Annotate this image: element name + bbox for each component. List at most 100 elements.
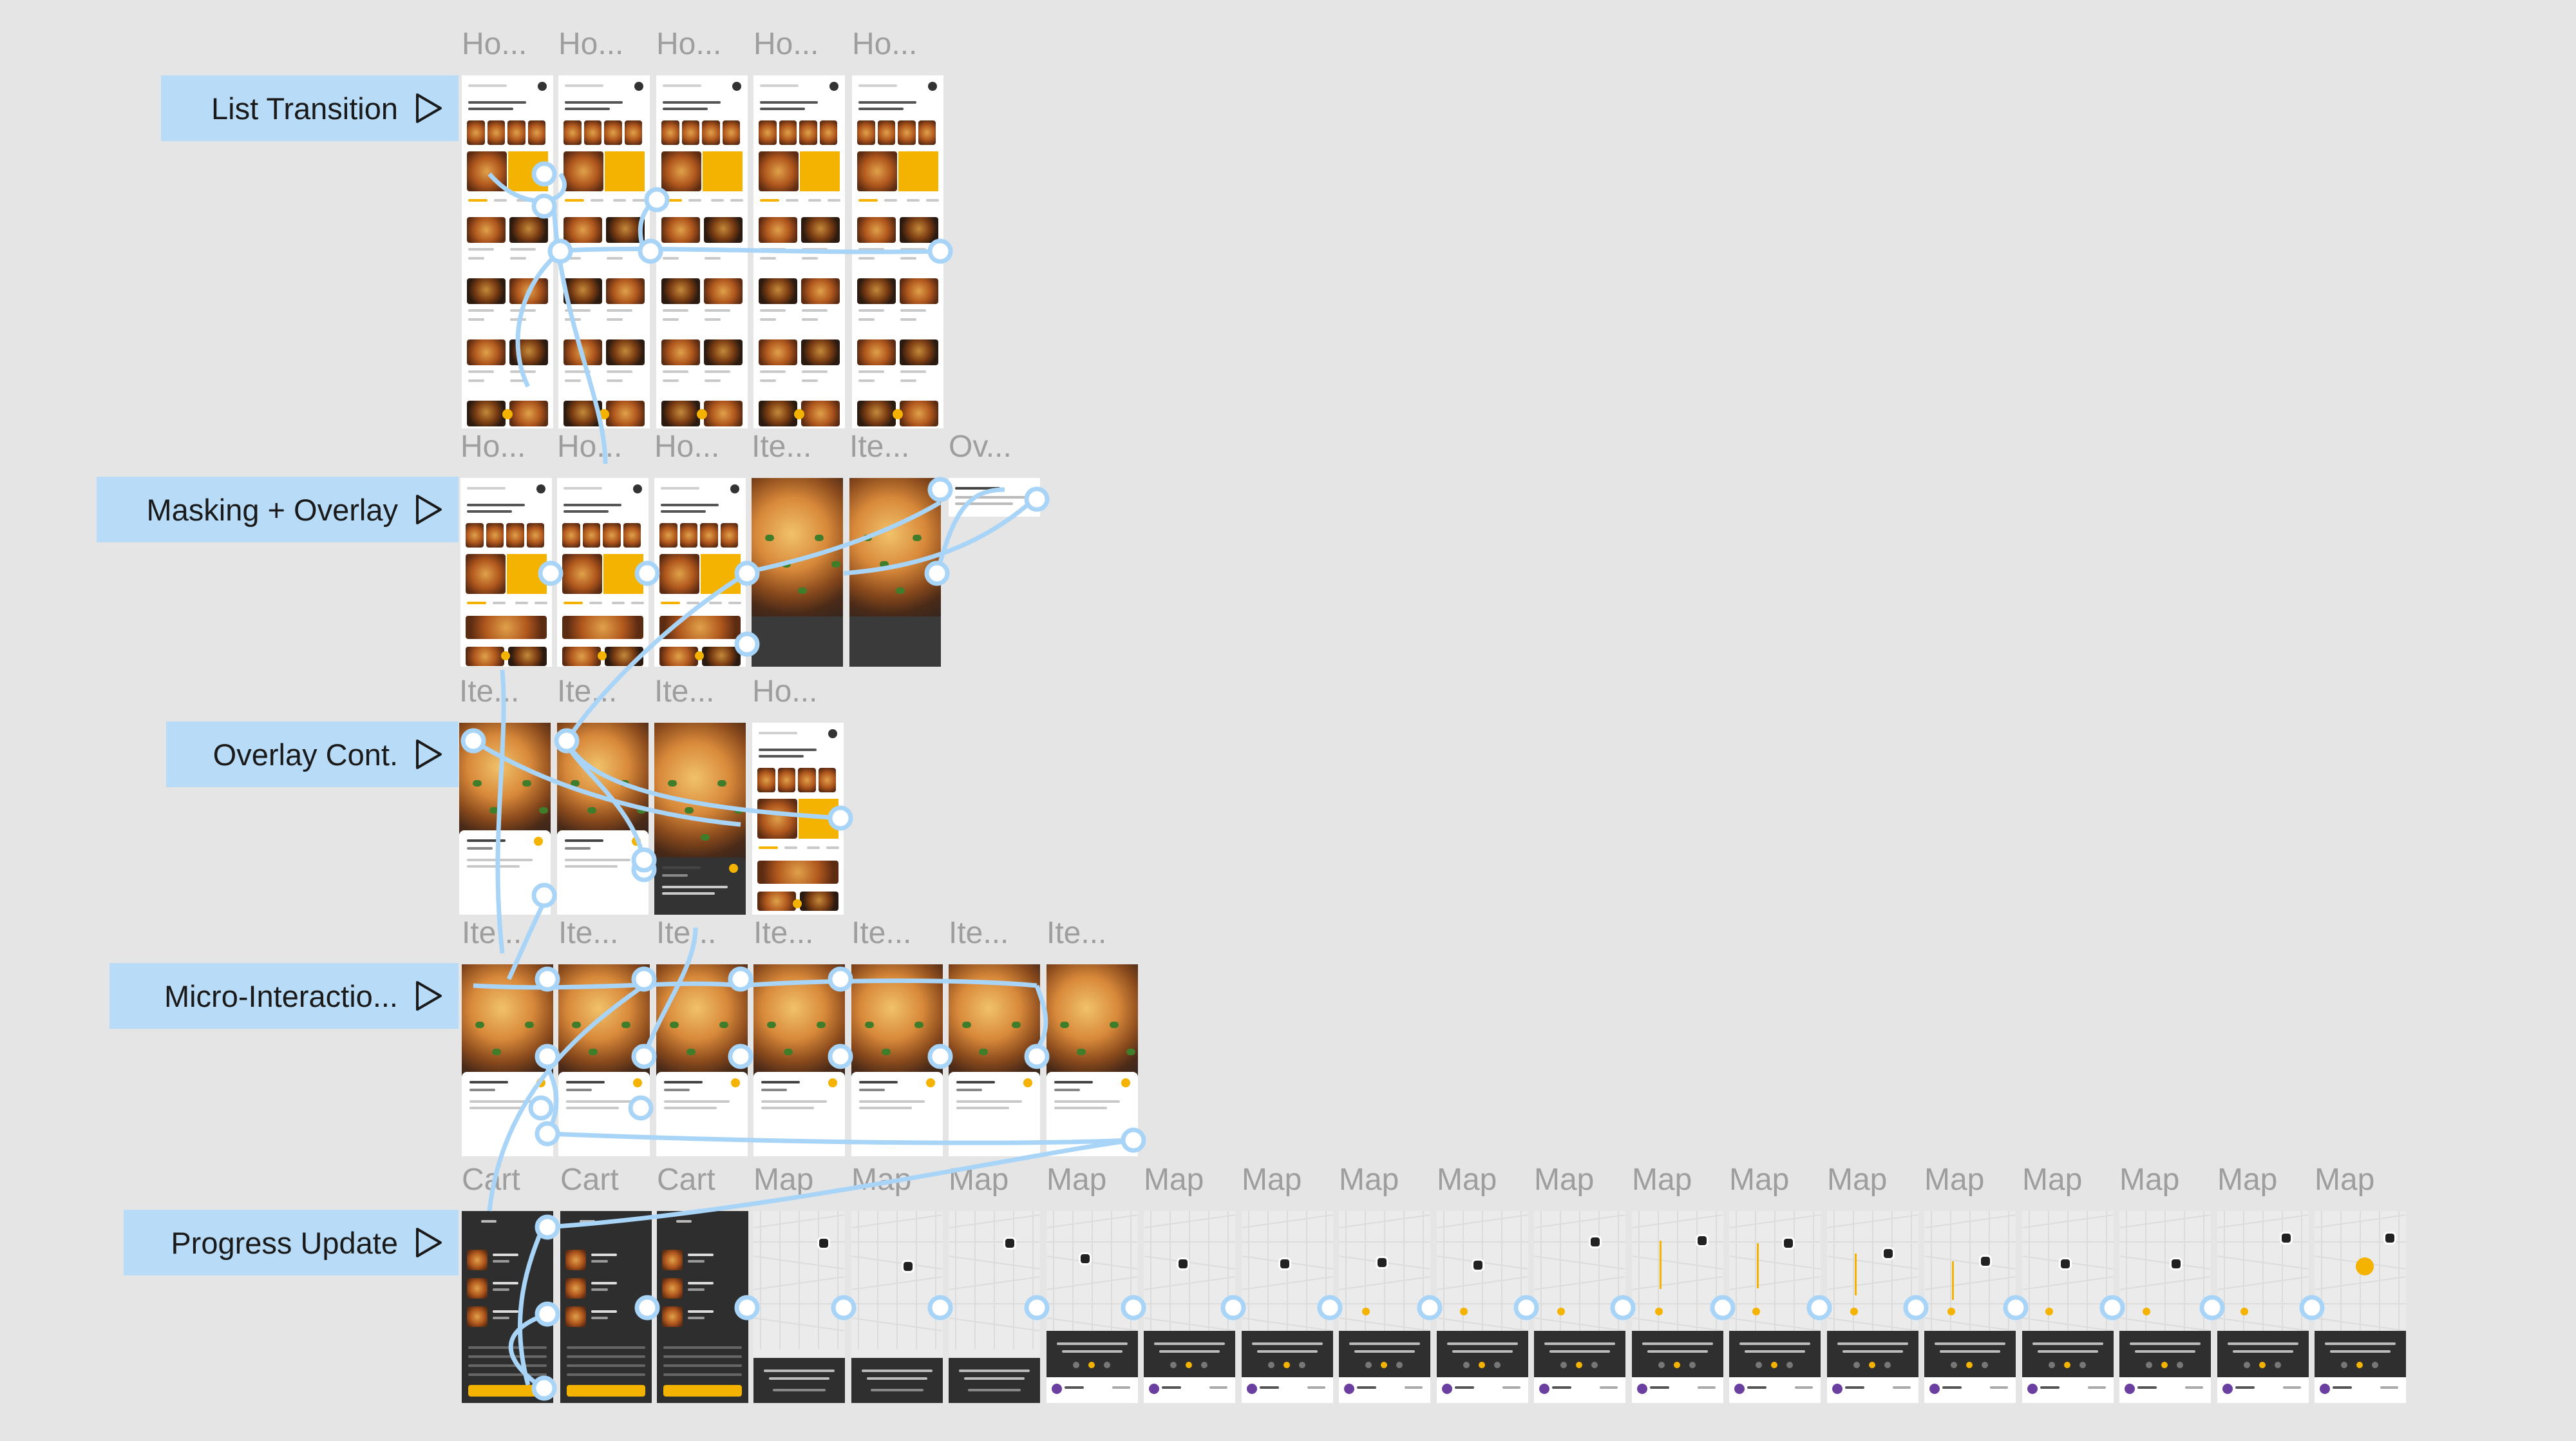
- text-line: [760, 199, 779, 202]
- flow-start-progress-update[interactable]: Progress Update: [124, 1210, 459, 1275]
- map-road: [837, 1211, 838, 1350]
- frame-name: Map: [1534, 1163, 1595, 1197]
- frame-thumbnail[interactable]: [1242, 1211, 1333, 1403]
- frame-thumbnail[interactable]: [2119, 1211, 2211, 1403]
- text-line: [2228, 1342, 2298, 1345]
- text-line: [664, 1100, 730, 1103]
- flow-start-overlay-cont[interactable]: Overlay Cont.: [166, 721, 459, 787]
- frame-thumbnail[interactable]: [462, 964, 553, 1156]
- text-line: [2233, 1350, 2293, 1353]
- text-line: [808, 199, 821, 202]
- frame-thumbnail[interactable]: [2217, 1211, 2309, 1403]
- frame-thumbnail[interactable]: [849, 478, 941, 667]
- progress-step: [1268, 1362, 1274, 1368]
- frame-thumbnail[interactable]: [560, 1211, 652, 1403]
- frame-thumbnail[interactable]: [657, 1211, 748, 1403]
- map-road: [1443, 1211, 1444, 1350]
- delivery-marker: [1850, 1308, 1858, 1315]
- play-triangle-icon[interactable]: [415, 1226, 443, 1259]
- flow-start-list-transition[interactable]: List Transition: [161, 75, 459, 141]
- frame-thumbnail[interactable]: [1046, 1211, 1138, 1403]
- frame-thumbnail[interactable]: [557, 723, 649, 915]
- frame-thumbnail[interactable]: [852, 75, 943, 428]
- text-line: [730, 199, 743, 202]
- frame-name: Map: [1046, 1163, 1107, 1197]
- frame-thumbnail[interactable]: [1632, 1211, 1723, 1403]
- frame-thumbnail[interactable]: [462, 75, 553, 428]
- basil-leaf: [524, 1022, 534, 1029]
- frame-thumbnail[interactable]: [753, 75, 845, 428]
- text-line: [566, 1106, 619, 1109]
- frame-thumbnail[interactable]: [656, 964, 748, 1156]
- frame-thumbnail[interactable]: [851, 964, 943, 1156]
- food-thumbnail: [757, 768, 775, 792]
- map-road: [2184, 1211, 2185, 1350]
- play-triangle-icon[interactable]: [415, 92, 443, 124]
- progress-step: [2341, 1362, 2347, 1368]
- text-line: [761, 1080, 800, 1083]
- frame-thumbnail[interactable]: [753, 964, 845, 1156]
- frame-thumbnail[interactable]: [558, 75, 650, 428]
- map-pin: [1589, 1236, 1602, 1249]
- frame-thumbnail[interactable]: [752, 478, 843, 667]
- frame-thumbnail[interactable]: [1729, 1211, 1821, 1403]
- frame-thumbnail[interactable]: [656, 75, 748, 428]
- map-road: [1520, 1211, 1522, 1350]
- text-line: [2333, 1386, 2352, 1389]
- frame-thumbnail[interactable]: [949, 964, 1040, 1156]
- tracking-sheet: [2217, 1331, 2309, 1403]
- flow-start-masking-overlay[interactable]: Masking + Overlay: [97, 477, 459, 542]
- text-line: [2088, 1386, 2106, 1389]
- basil-leaf: [833, 1049, 842, 1056]
- food-thumbnail: [801, 339, 840, 365]
- text-line: [1642, 1342, 1713, 1345]
- food-thumbnail: [466, 523, 484, 548]
- frame-thumbnail[interactable]: [654, 478, 746, 667]
- play-triangle-icon[interactable]: [415, 738, 443, 770]
- text-line: [1745, 1350, 1805, 1353]
- frame-name: Ho...: [656, 27, 722, 61]
- text-line: [493, 1282, 518, 1284]
- frame-thumbnail[interactable]: [460, 478, 552, 667]
- frame-thumbnail[interactable]: [557, 478, 649, 667]
- frame-thumbnail[interactable]: [1339, 1211, 1430, 1403]
- progress-step: [1951, 1362, 1957, 1368]
- frame-thumbnail[interactable]: [2315, 1211, 2406, 1403]
- map-road: [1813, 1211, 1814, 1350]
- text-line: [1054, 1080, 1093, 1083]
- text-line: [900, 248, 926, 251]
- play-triangle-icon[interactable]: [415, 980, 443, 1012]
- text-line: [510, 379, 526, 382]
- avatar: [730, 484, 739, 493]
- frame-thumbnail[interactable]: [459, 723, 551, 915]
- frame-thumbnail[interactable]: [1534, 1211, 1625, 1403]
- frame-thumbnail[interactable]: [654, 723, 746, 915]
- food-thumbnail: [466, 616, 547, 639]
- text-line: [663, 199, 682, 202]
- text-line: [468, 309, 494, 312]
- frame-thumbnail[interactable]: [1437, 1211, 1528, 1403]
- play-triangle-icon[interactable]: [415, 493, 443, 526]
- progress-step: [1494, 1362, 1501, 1368]
- frame-thumbnail[interactable]: [462, 1211, 553, 1403]
- flow-start-micro-interactions[interactable]: Micro-Interactio...: [109, 963, 459, 1029]
- food-thumbnail: [700, 523, 718, 548]
- frame-thumbnail[interactable]: [949, 1211, 1040, 1403]
- map-road: [1891, 1211, 1893, 1350]
- text-line: [469, 1088, 495, 1091]
- frame-thumbnail[interactable]: [1924, 1211, 2016, 1403]
- basil-leaf: [879, 560, 889, 568]
- frame-thumbnail[interactable]: [949, 478, 1040, 517]
- frame-thumbnail[interactable]: [851, 1211, 943, 1403]
- text-line: [1054, 1100, 1120, 1103]
- frame-thumbnail[interactable]: [1046, 964, 1138, 1156]
- frame-thumbnail[interactable]: [752, 723, 844, 915]
- frame-thumbnail[interactable]: [1144, 1211, 1235, 1403]
- basil-leaf: [491, 1049, 501, 1056]
- frame-thumbnail[interactable]: [753, 1211, 845, 1403]
- frame-thumbnail[interactable]: [558, 964, 650, 1156]
- text-line: [1502, 1386, 1520, 1389]
- text-line: [663, 379, 679, 382]
- frame-thumbnail[interactable]: [2022, 1211, 2114, 1403]
- frame-thumbnail[interactable]: [1827, 1211, 1918, 1403]
